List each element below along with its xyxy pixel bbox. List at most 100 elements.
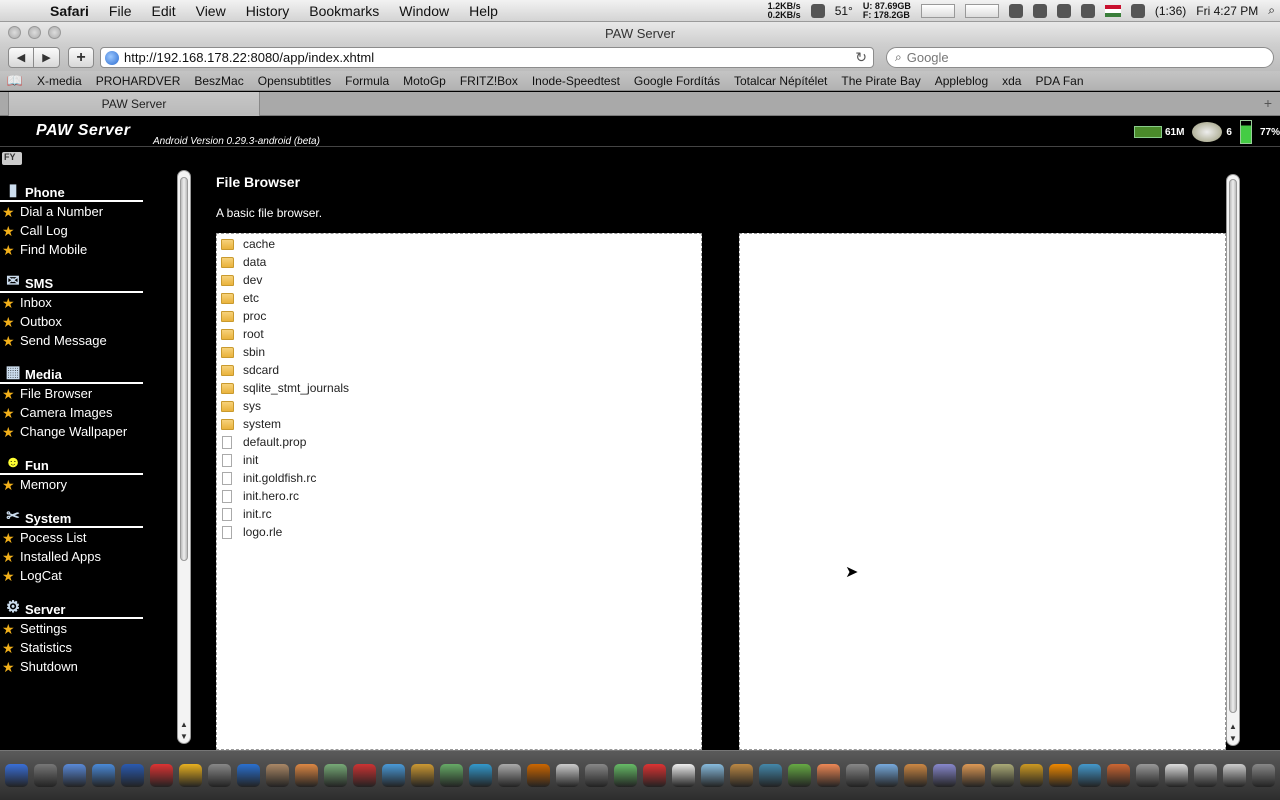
tab-paw-server[interactable]: PAW Server — [8, 92, 260, 116]
dock-app-icon[interactable] — [469, 764, 492, 787]
back-button[interactable]: ◀ — [8, 47, 34, 68]
dock-app-icon[interactable] — [92, 764, 115, 787]
menu-help[interactable]: Help — [459, 3, 508, 19]
menu-view[interactable]: View — [186, 3, 236, 19]
file-row[interactable]: sqlite_stmt_journals — [217, 379, 701, 397]
dock-app-icon[interactable] — [614, 764, 637, 787]
dock-app-icon[interactable] — [324, 764, 347, 787]
dock-app-icon[interactable] — [1223, 764, 1246, 787]
dock-app-icon[interactable] — [150, 764, 173, 787]
dock-app-icon[interactable] — [34, 764, 57, 787]
dock-app-icon[interactable] — [1194, 764, 1217, 787]
bookmark-item[interactable]: FRITZ!Box — [453, 74, 525, 88]
sidebar-item-logcat[interactable]: ★ LogCat — [0, 566, 175, 585]
input-language-flag-icon[interactable] — [1104, 4, 1121, 17]
bluetooth-icon[interactable] — [1032, 3, 1047, 18]
file-row[interactable]: default.prop — [217, 433, 701, 451]
spotlight-icon[interactable]: ⌕ — [1268, 3, 1275, 18]
file-row[interactable]: init.hero.rc — [217, 487, 701, 505]
sidebar-scrollbar[interactable]: ▲ ▼ — [177, 170, 191, 744]
file-row[interactable]: dev — [217, 271, 701, 289]
dock-app-icon[interactable] — [759, 764, 782, 787]
main-scrollbar[interactable]: ▲ ▼ — [1226, 174, 1240, 746]
bookmark-item[interactable]: xda — [995, 74, 1028, 88]
memory-meter[interactable] — [964, 3, 999, 18]
forward-button[interactable]: ▶ — [34, 47, 60, 68]
dock-app-icon[interactable] — [208, 764, 231, 787]
menu-edit[interactable]: Edit — [141, 3, 185, 19]
file-row[interactable]: sys — [217, 397, 701, 415]
file-row[interactable]: sbin — [217, 343, 701, 361]
sidebar-item-file-browser[interactable]: ★ File Browser — [0, 384, 175, 403]
menu-bookmarks[interactable]: Bookmarks — [299, 3, 389, 19]
file-row[interactable]: system — [217, 415, 701, 433]
new-tab-icon[interactable]: + — [1264, 95, 1272, 111]
minimize-window-button[interactable] — [28, 26, 41, 39]
search-icon[interactable]: ⌕ — [895, 50, 902, 65]
close-window-button[interactable] — [8, 26, 21, 39]
file-row[interactable]: init.goldfish.rc — [217, 469, 701, 487]
dock-app-icon[interactable] — [701, 764, 724, 787]
dock-app-icon[interactable] — [962, 764, 985, 787]
dock-app-icon[interactable] — [643, 764, 666, 787]
dock-app-icon[interactable] — [875, 764, 898, 787]
sidebar-item-dial-a-number[interactable]: ★ Dial a Number — [0, 202, 175, 221]
sidebar-scroll-thumb[interactable] — [180, 177, 188, 561]
bookmark-item[interactable]: BeszMac — [187, 74, 250, 88]
dock-app-icon[interactable] — [295, 764, 318, 787]
dock-app-icon[interactable] — [991, 764, 1014, 787]
sidebar-item-settings[interactable]: ★ Settings — [0, 619, 175, 638]
wifi-icon[interactable] — [1056, 3, 1071, 18]
dock-app-icon[interactable] — [237, 764, 260, 787]
file-row[interactable]: logo.rle — [217, 523, 701, 541]
menu-window[interactable]: Window — [389, 3, 459, 19]
bookmark-item[interactable]: MotoGp — [396, 74, 453, 88]
scroll-up-arrow-icon[interactable]: ▲ — [179, 720, 189, 729]
dock-app-icon[interactable] — [411, 764, 434, 787]
file-row[interactable]: init — [217, 451, 701, 469]
dock-app-icon[interactable] — [498, 764, 521, 787]
sidebar-item-camera-images[interactable]: ★ Camera Images — [0, 403, 175, 422]
dock-app-icon[interactable] — [179, 764, 202, 787]
dock-app-icon[interactable] — [585, 764, 608, 787]
dock-app-icon[interactable] — [817, 764, 840, 787]
dock-app-icon[interactable] — [63, 764, 86, 787]
file-row[interactable]: cache — [217, 235, 701, 253]
sidebar-item-process-list[interactable]: ★ Pocess List — [0, 528, 175, 547]
dock-app-icon[interactable] — [904, 764, 927, 787]
sidebar-item-inbox[interactable]: ★ Inbox — [0, 293, 175, 312]
sidebar-item-statistics[interactable]: ★ Statistics — [0, 638, 175, 657]
dock-app-icon[interactable] — [933, 764, 956, 787]
battery-icon[interactable] — [1130, 3, 1145, 18]
bookmark-item[interactable]: PDA Fan — [1028, 74, 1090, 88]
reload-icon[interactable]: ↻ — [855, 49, 867, 66]
file-row[interactable]: sdcard — [217, 361, 701, 379]
cpu-meter[interactable] — [920, 3, 955, 18]
dock-app-icon[interactable] — [5, 764, 28, 787]
dock-app-icon[interactable] — [1252, 764, 1275, 787]
dock-app-icon[interactable] — [1165, 764, 1188, 787]
add-bookmark-button[interactable]: + — [68, 47, 94, 68]
bookmark-item[interactable]: Opensubtitles — [251, 74, 338, 88]
bookmark-item[interactable]: X-media — [30, 74, 89, 88]
dock-app-icon[interactable] — [1049, 764, 1072, 787]
menu-history[interactable]: History — [236, 3, 300, 19]
sidebar-item-memory[interactable]: ★ Memory — [0, 475, 175, 494]
bookmark-item[interactable]: PROHARDVER — [89, 74, 188, 88]
file-row[interactable]: data — [217, 253, 701, 271]
file-row[interactable]: init.rc — [217, 505, 701, 523]
dock-app-icon[interactable] — [353, 764, 376, 787]
dock-app-icon[interactable] — [556, 764, 579, 787]
temperature[interactable]: 51° — [835, 4, 853, 18]
sidebar-item-send-message[interactable]: ★ Send Message — [0, 331, 175, 350]
dock-app-icon[interactable] — [846, 764, 869, 787]
file-row[interactable]: root — [217, 325, 701, 343]
bookmark-item[interactable]: Formula — [338, 74, 396, 88]
dock-app-icon[interactable] — [1078, 764, 1101, 787]
menu-app-name[interactable]: Safari — [40, 3, 99, 19]
volume-icon[interactable] — [1080, 3, 1095, 18]
dock-app-icon[interactable] — [121, 764, 144, 787]
url-text[interactable]: http://192.168.178.22:8080/app/index.xht… — [124, 50, 374, 65]
bookmark-item[interactable]: Totalcar Népítélet — [727, 74, 834, 88]
scroll-down-arrow-icon[interactable]: ▼ — [1228, 734, 1238, 743]
